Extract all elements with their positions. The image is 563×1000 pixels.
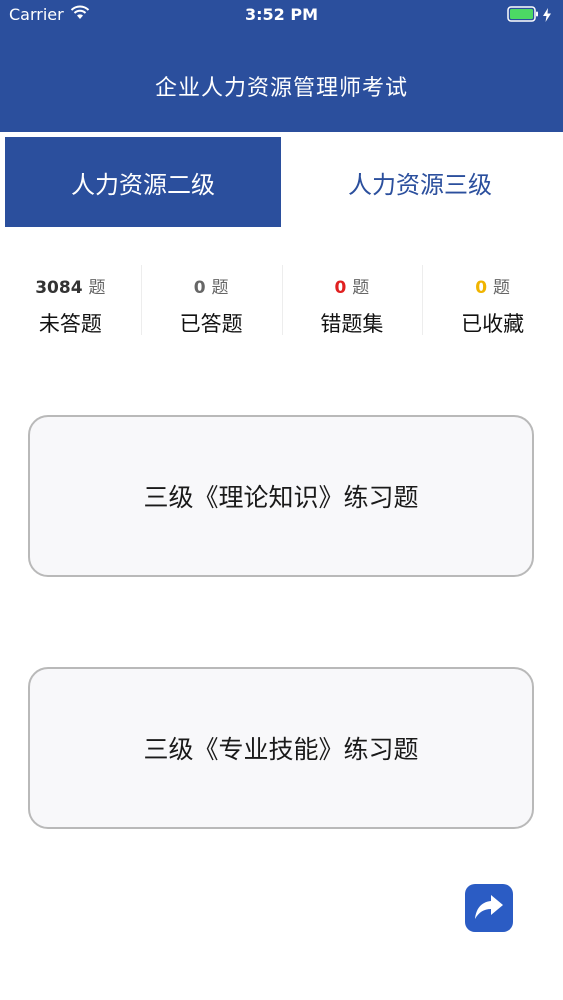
battery-icon [507, 6, 539, 26]
level-tabs: 人力资源二级 人力资源三级 [0, 132, 563, 232]
stat-unanswered[interactable]: 3084 题 未答题 [0, 265, 141, 337]
stat-count-row: 0 题 [334, 273, 369, 298]
charging-icon [543, 7, 551, 26]
stat-count-row: 0 题 [194, 273, 229, 298]
stat-label: 未答题 [38, 312, 102, 336]
stat-label: 已答题 [179, 312, 243, 336]
stat-count: 0 [475, 278, 488, 298]
tab-level-two[interactable]: 人力资源二级 [5, 137, 281, 227]
stat-answered[interactable]: 0 题 已答题 [140, 265, 282, 337]
stat-label: 错题集 [320, 312, 384, 336]
stat-count: 0 [334, 278, 347, 298]
stat-unit: 题 [88, 278, 106, 298]
stat-count: 3084 [35, 278, 83, 298]
share-button[interactable] [465, 884, 513, 932]
stat-wrong[interactable]: 0 题 错题集 [281, 265, 423, 337]
theory-practice-button[interactable]: 三级《理论知识》练习题 [28, 415, 534, 577]
stat-unit: 题 [352, 278, 370, 298]
stat-count-row: 3084 题 [35, 273, 105, 298]
stat-unit: 题 [211, 278, 229, 298]
stat-label: 已收藏 [461, 312, 525, 336]
stat-count-row: 0 题 [475, 273, 510, 298]
stat-count: 0 [193, 278, 206, 298]
status-bar: Carrier 3:52 PM [0, 0, 563, 30]
status-time: 3:52 PM [244, 5, 318, 24]
tab-level-three[interactable]: 人力资源三级 [282, 137, 558, 227]
skill-practice-button[interactable]: 三级《专业技能》练习题 [28, 667, 534, 829]
question-stats: 3084 题 未答题 0 题 已答题 0 题 错题集 0 题 已收藏 [0, 265, 563, 337]
stat-favorites[interactable]: 0 题 已收藏 [422, 265, 563, 337]
share-icon [472, 889, 506, 927]
stat-unit: 题 [493, 278, 511, 298]
battery-indicator [507, 6, 551, 26]
app-header: Carrier 3:52 PM 企业人力资源管理师考试 [0, 0, 563, 132]
page-title: 企业人力资源管理师考试 [154, 76, 408, 101]
